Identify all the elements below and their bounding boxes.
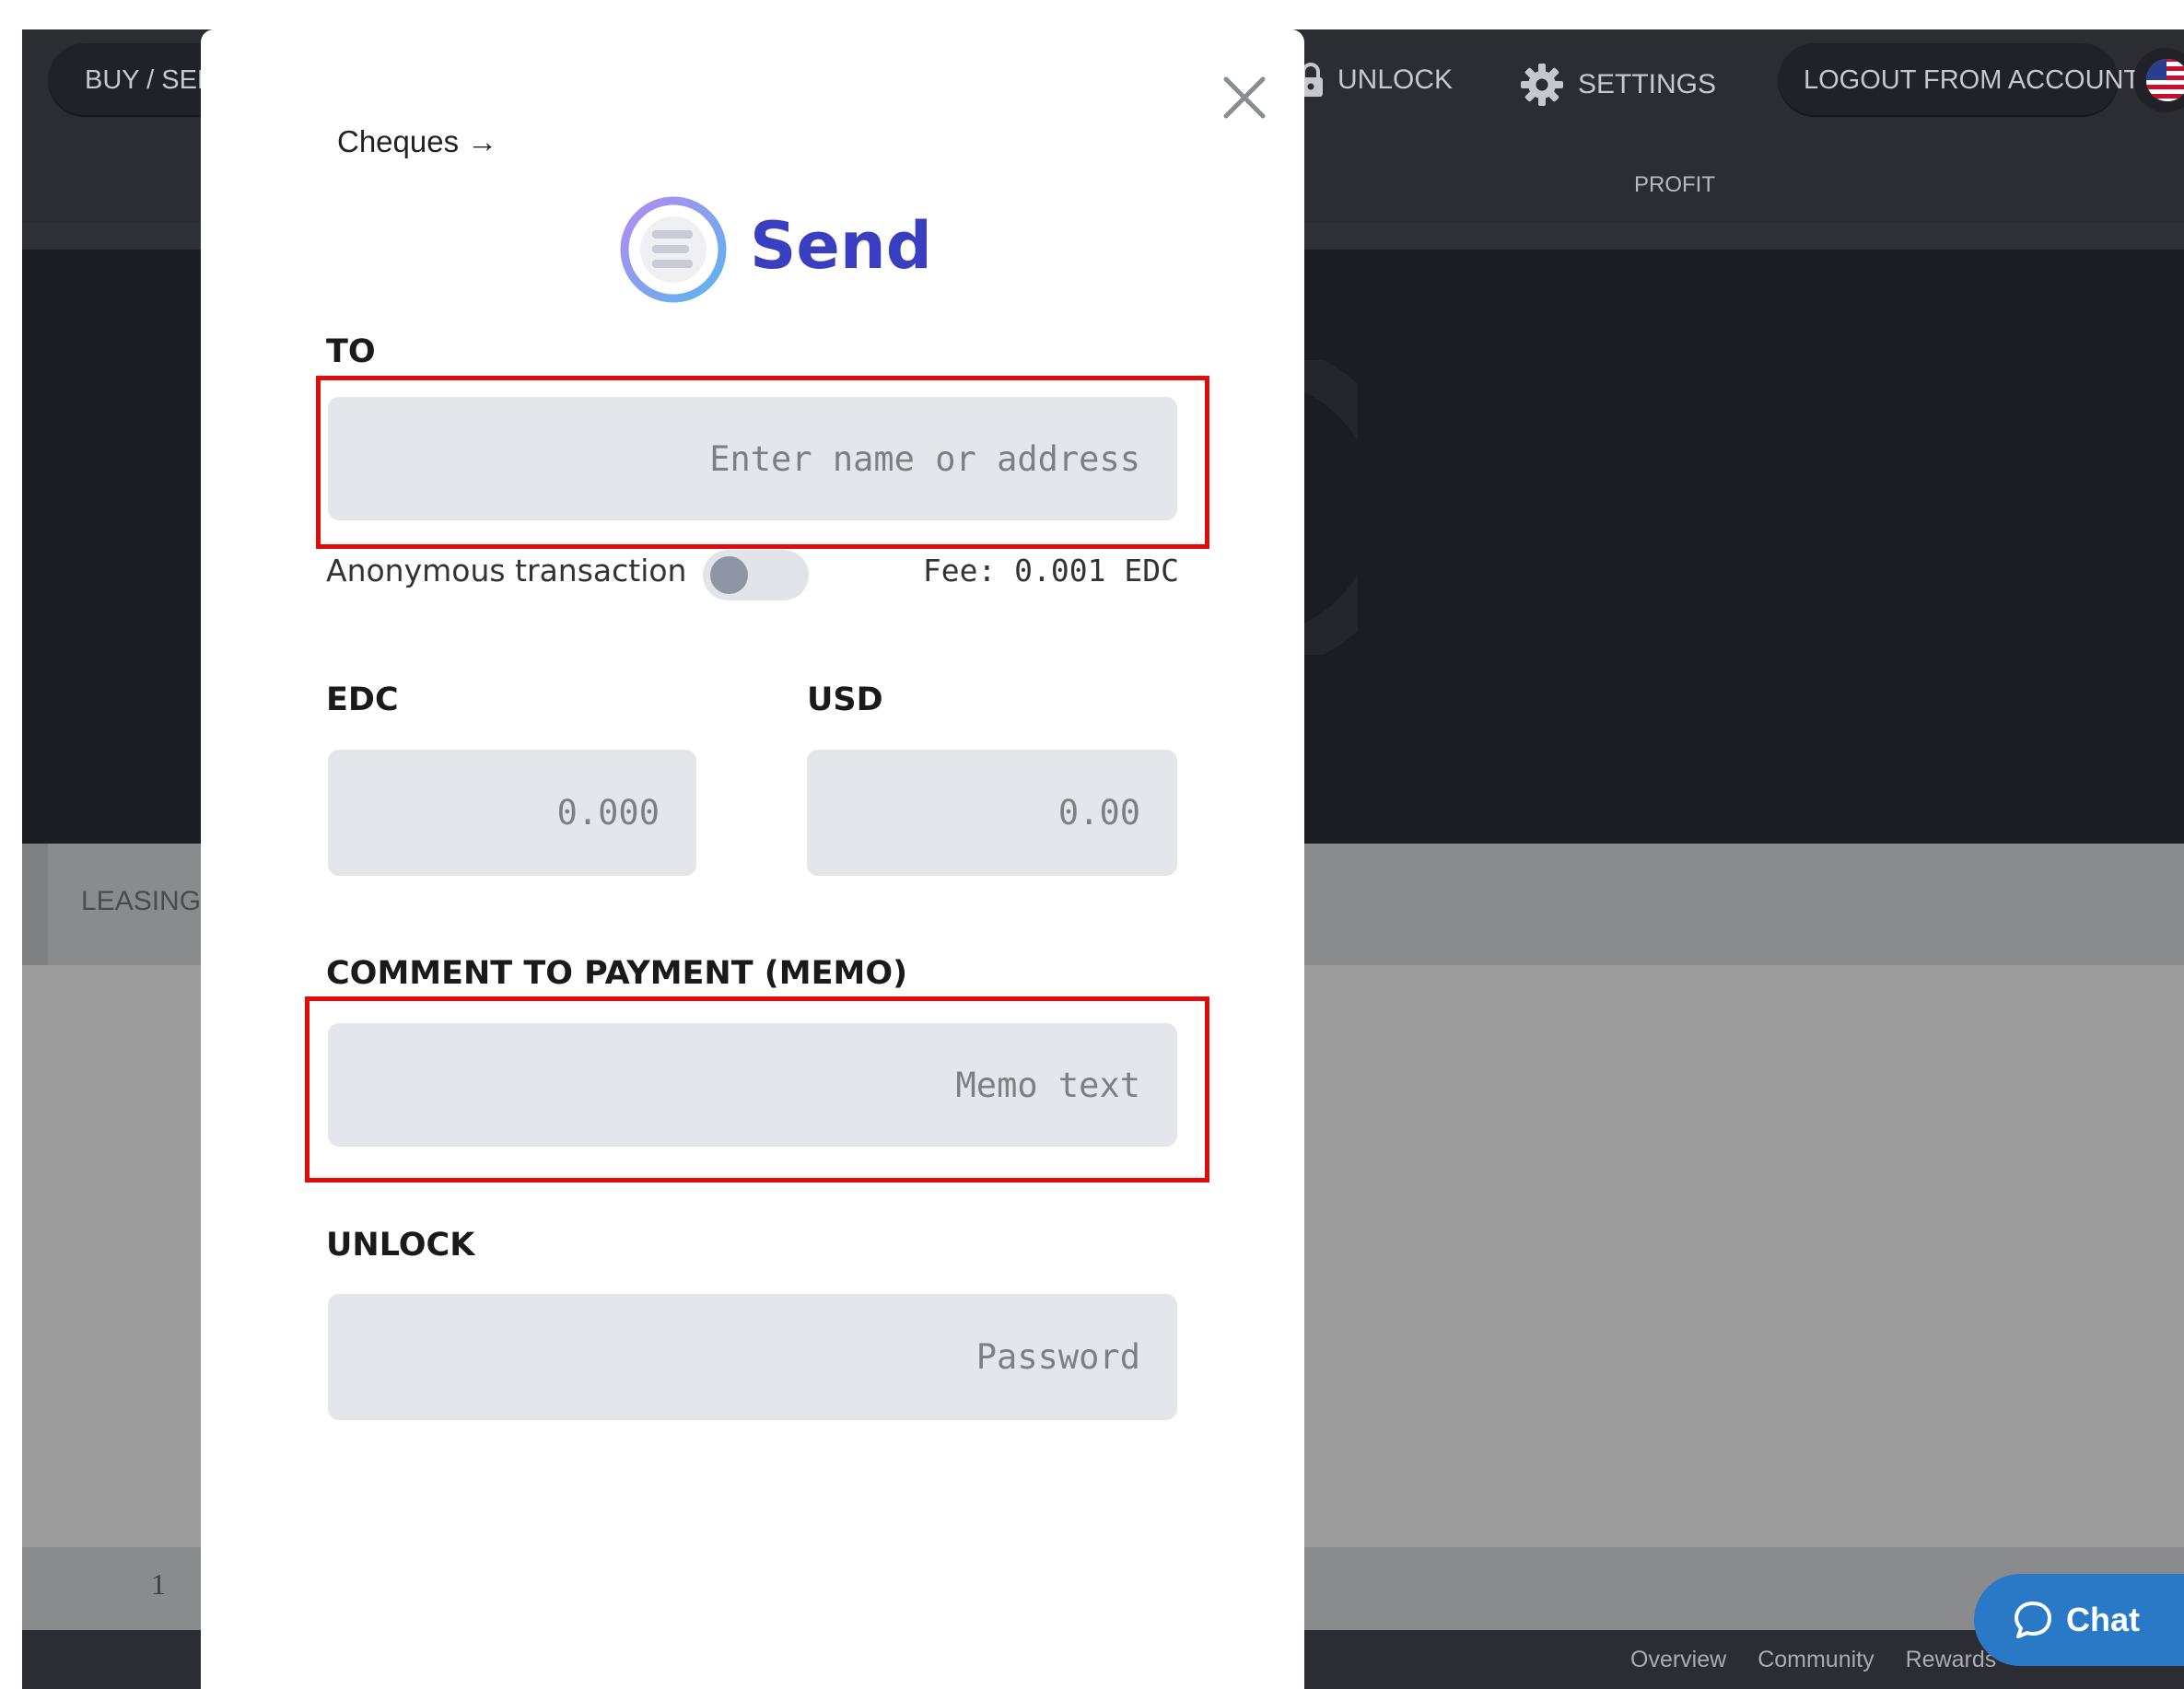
usd-amount-input[interactable] (807, 750, 1177, 876)
memo-label: COMMENT TO PAYMENT (MEMO) (326, 955, 908, 992)
modal-title: Send (750, 208, 932, 284)
footer-link-community[interactable]: Community (1758, 1647, 1874, 1673)
usd-label: USD (807, 681, 883, 718)
cheques-link[interactable]: Cheques → (337, 124, 497, 159)
chat-button[interactable]: Chat (1974, 1574, 2184, 1666)
toggle-knob (710, 556, 748, 594)
password-input[interactable] (328, 1294, 1177, 1420)
unlock-nav-item[interactable]: UNLOCK (1297, 62, 1453, 99)
anonymous-label: Anonymous transaction (326, 553, 687, 588)
to-address-input[interactable] (328, 397, 1177, 520)
settings-nav-item[interactable]: SETTINGS (1519, 62, 1716, 108)
footer-link-overview[interactable]: Overview (1630, 1647, 1726, 1673)
to-label: TO (326, 333, 376, 370)
chat-bubble-icon (2015, 1602, 2051, 1638)
memo-input[interactable] (328, 1023, 1177, 1147)
settings-nav-label: SETTINGS (1578, 69, 1717, 99)
edc-amount-input[interactable] (328, 750, 696, 876)
unlock-nav-label: UNLOCK (1337, 64, 1454, 95)
language-flag-icon[interactable] (2133, 48, 2184, 112)
unlock-label: UNLOCK (326, 1227, 475, 1264)
profit-label: PROFIT (1634, 172, 1715, 197)
tab-leasing[interactable]: LEASING (81, 886, 201, 917)
anonymous-toggle[interactable] (703, 550, 809, 600)
band-edge (22, 844, 48, 965)
gear-icon (1521, 64, 1563, 106)
page-number[interactable]: 1 (151, 1567, 166, 1602)
fee-text: Fee: 0.001 EDC (922, 553, 1179, 588)
footer-links: Overview Community Rewards (1630, 1647, 1996, 1673)
chat-label: Chat (2066, 1601, 2140, 1638)
close-icon[interactable] (1217, 70, 1272, 125)
edc-logo-icon (620, 196, 727, 303)
logout-button[interactable]: LOGOUT FROM ACCOUNT (1778, 43, 2140, 117)
logout-label: LOGOUT FROM ACCOUNT (1804, 64, 2141, 95)
footer-link-rewards[interactable]: Rewards (1906, 1647, 1997, 1673)
edc-label: EDC (326, 681, 399, 718)
send-modal: Cheques → Send TO Anonymous transaction … (201, 29, 1304, 1689)
